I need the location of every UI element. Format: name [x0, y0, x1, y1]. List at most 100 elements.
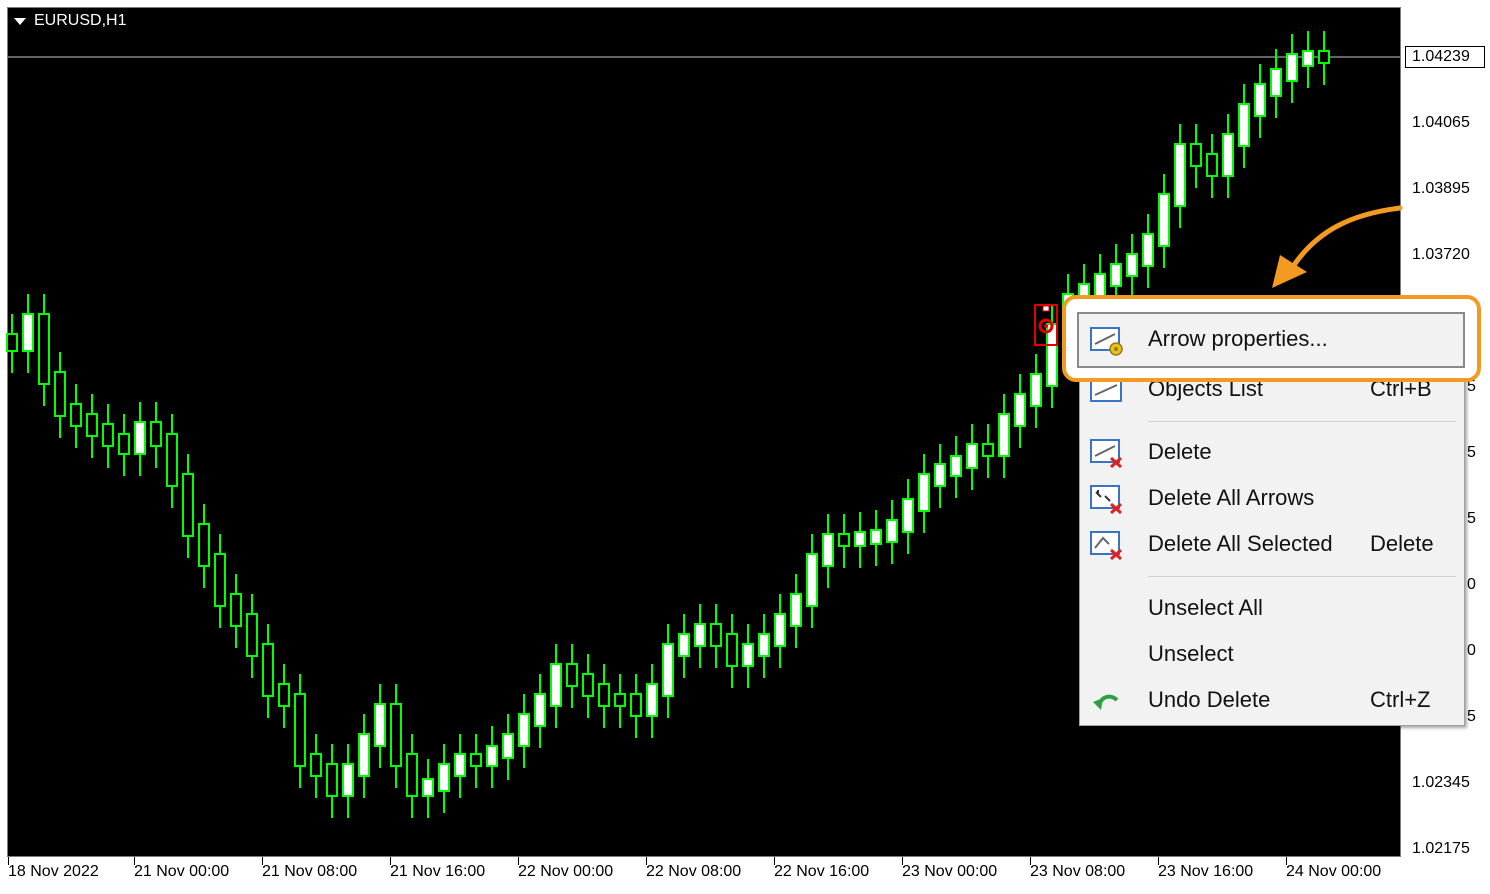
menu-item-label: Arrow properties... [1148, 326, 1328, 351]
x-tick-label: 22 Nov 00:00 [518, 863, 614, 880]
candle-body [630, 693, 642, 717]
candle-body [198, 523, 210, 567]
x-tick-label: 22 Nov 16:00 [774, 863, 870, 880]
x-tick-label: 22 Nov 08:00 [646, 863, 742, 880]
candle-body [1286, 53, 1298, 82]
x-tick-label: 23 Nov 08:00 [1030, 863, 1126, 880]
candle-body [1302, 50, 1314, 67]
candle-body [454, 753, 466, 777]
candle-body [38, 313, 50, 385]
candle-body [102, 423, 114, 447]
candle-body [22, 313, 34, 352]
candle-body [950, 455, 962, 477]
candle-body [646, 683, 658, 717]
candle-body [774, 613, 786, 647]
candle-body [1174, 143, 1186, 207]
candle-body [550, 663, 562, 707]
candle-body [1190, 143, 1202, 167]
menu-item-shortcut: Delete [1370, 531, 1434, 556]
candle-body [406, 753, 418, 797]
candle-body [502, 733, 514, 759]
menu-item-label: Delete All Arrows [1148, 485, 1315, 510]
candle-body [134, 421, 146, 455]
selected-arrow-object[interactable] [1034, 304, 1058, 346]
candle-body [998, 413, 1010, 457]
x-tick-label: 23 Nov 16:00 [1158, 863, 1254, 880]
candle-body [390, 703, 402, 767]
candle-body [118, 433, 130, 455]
candle-body [182, 473, 194, 537]
arrow-properties-icon [1090, 327, 1123, 356]
y-tick-label: 1.02345 [1412, 774, 1470, 791]
x-tick-label: 24 Nov 00:00 [1286, 863, 1382, 880]
candle-body [902, 498, 914, 533]
candle-body [710, 623, 722, 647]
y-tick-label-partial: 5 [1467, 708, 1476, 725]
current-price-label: 1.04239 [1405, 46, 1485, 68]
menu-item-undo-delete[interactable]: Undo Delete Ctrl+Z [1080, 680, 1464, 720]
candle-body [1270, 68, 1282, 97]
candle-body [86, 413, 98, 437]
candle-body [534, 693, 546, 727]
delete-all-selected-icon [1090, 531, 1123, 560]
candle-body [1158, 193, 1170, 247]
menu-item-label: Delete [1148, 439, 1212, 464]
menu-item-label: Undo Delete [1148, 687, 1271, 712]
dropdown-triangle-icon[interactable] [14, 17, 26, 25]
candle-body [838, 533, 850, 547]
candle-body [934, 463, 946, 487]
symbol-label: EURUSD,H1 [34, 12, 127, 29]
menu-item-delete-all-arrows[interactable]: Delete All Arrows [1080, 478, 1464, 518]
candle-body [678, 633, 690, 657]
candle-body [6, 333, 18, 352]
candle-body [566, 663, 578, 687]
y-tick-label-partial: 5 [1467, 444, 1476, 461]
menu-item-label: Delete All Selected [1148, 531, 1333, 556]
menu-item-delete-all-selected[interactable]: Delete All Selected Delete [1080, 524, 1464, 564]
candle-body [614, 693, 626, 707]
candle-body [166, 433, 178, 487]
candle-body [582, 673, 594, 697]
menu-item-delete[interactable]: Delete [1080, 432, 1464, 472]
candle-body [230, 593, 242, 627]
x-tick-label: 21 Nov 16:00 [390, 863, 486, 880]
symbol-header[interactable]: EURUSD,H1 [14, 12, 126, 30]
y-tick-label: 1.03895 [1412, 180, 1470, 197]
candle-body [1238, 103, 1250, 147]
y-tick-label: 1.04065 [1412, 114, 1470, 131]
candle-body [262, 643, 274, 697]
candle-body [294, 693, 306, 767]
candle-body [870, 529, 882, 545]
candle-body [246, 613, 258, 657]
candle-body [326, 763, 338, 797]
candle-body [966, 443, 978, 469]
candle-body [1014, 393, 1026, 427]
candle-body [758, 633, 770, 657]
candle-body [70, 403, 82, 427]
y-tick-label-partial: 5 [1467, 510, 1476, 527]
chart-window: EURUSD,H1 1.04239 1.04065 1.03895 1.0372… [0, 0, 1490, 894]
candle-body [1206, 153, 1218, 177]
candle-body [1222, 133, 1234, 177]
candle-body [1094, 273, 1106, 297]
menu-item-unselect[interactable]: Unselect [1080, 634, 1464, 674]
candle-body [694, 623, 706, 647]
delete-all-arrows-icon [1090, 485, 1123, 514]
candle-body [1126, 253, 1138, 277]
y-tick-label-partial: 0 [1467, 642, 1476, 659]
candle-body [918, 473, 930, 512]
candle-body [1142, 233, 1154, 267]
candle-body [1254, 83, 1266, 117]
candle-body [150, 421, 162, 447]
undo-icon [1093, 694, 1119, 710]
candle-body [422, 778, 434, 797]
candle-body [806, 553, 818, 607]
arrow-object-icon [1038, 305, 1054, 334]
menu-item-label: Unselect [1148, 641, 1234, 666]
y-tick-label: 1.02175 [1412, 840, 1470, 857]
candle-body [726, 633, 738, 667]
candle-body [470, 753, 482, 767]
menu-item-unselect-all[interactable]: Unselect All [1080, 588, 1464, 628]
menu-separator [1148, 421, 1456, 422]
candle-body [1318, 50, 1330, 64]
